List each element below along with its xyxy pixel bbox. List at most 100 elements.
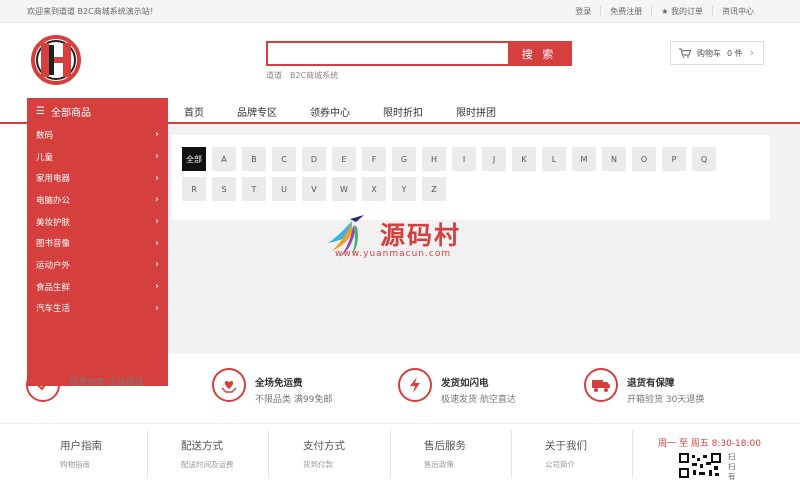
register-link[interactable]: 免费注册	[600, 6, 651, 17]
category-item[interactable]: 电脑办公 ›	[27, 189, 168, 211]
footer-link[interactable]: 货到付款	[303, 459, 390, 470]
cart-button[interactable]: 购物车 0 件 ›	[670, 41, 764, 65]
category-label: 运动户外	[36, 260, 71, 271]
footer-link[interactable]: 配送时间及运费	[181, 459, 268, 470]
qr-code-icon	[679, 453, 721, 478]
feature-desc: 现货自营 正品保证	[69, 378, 144, 388]
category-item[interactable]: 家用电器 ›	[27, 167, 168, 189]
chevron-right-icon: ›	[155, 172, 159, 184]
letter-filter-item[interactable]: T	[242, 177, 266, 201]
chevron-right-icon: ›	[155, 302, 159, 314]
letter-filter-item[interactable]: S	[212, 177, 236, 201]
letter-filter-item[interactable]: Q	[692, 147, 716, 171]
category-label: 图书音像	[36, 239, 71, 250]
letter-filter-item[interactable]: L	[542, 147, 566, 171]
category-item[interactable]: 运动户外 ›	[27, 254, 168, 276]
category-item[interactable]: 食品生鲜 ›	[27, 276, 168, 298]
letter-filter-item[interactable]: B	[242, 147, 266, 171]
letter-filter-item[interactable]: W	[332, 177, 356, 201]
nav-item-group-buy[interactable]: 限时拼团	[456, 104, 496, 119]
check-icon	[26, 368, 60, 402]
category-label: 食品生鲜	[36, 282, 71, 293]
category-label: 儿童	[36, 152, 54, 163]
category-list: 数码 › 儿童 › 家用电器 › 电脑办公 › 美妆护肤 › 图书音像 › 运动户外 › 食品生鲜 › 汽车生活…	[27, 124, 168, 386]
brand-letter-filter: 全部 A B C D E F G H I J K L M N O P Q R S T U V W X Y Z	[172, 135, 770, 220]
login-link[interactable]: 登录	[566, 6, 600, 17]
feature-title: 全场免运费	[255, 378, 303, 389]
letter-filter-item[interactable]: N	[602, 147, 626, 171]
hot-keyword[interactable]: B2C商城系统	[290, 70, 338, 81]
menu-icon: ☰	[36, 105, 45, 117]
footer-link[interactable]: 售后政策	[424, 459, 511, 470]
category-item[interactable]: 图书音像 ›	[27, 232, 168, 254]
hot-keyword[interactable]: 道道	[266, 70, 282, 81]
category-item[interactable]: 美妆护肤 ›	[27, 211, 168, 233]
feature-item: 发货如闪电 极速发货 航空直达	[398, 368, 516, 405]
chevron-right-icon: ›	[155, 216, 159, 228]
search-button[interactable]: 搜 索	[508, 43, 570, 64]
chevron-right-icon: ›	[749, 46, 754, 59]
category-label: 汽车生活	[36, 304, 71, 315]
letter-filter-item[interactable]: D	[302, 147, 326, 171]
letter-filter-item[interactable]: C	[272, 147, 296, 171]
cart-icon	[679, 48, 691, 58]
search-input[interactable]	[268, 43, 508, 64]
letter-filter-item[interactable]: H	[422, 147, 446, 171]
my-orders-link[interactable]: ★ 我的订单	[651, 6, 712, 17]
footer-column: 支付方式 货到付款	[270, 430, 391, 478]
letter-filter-all[interactable]: 全部	[182, 147, 206, 171]
chevron-right-icon: ›	[155, 151, 159, 163]
letter-filter-item[interactable]: U	[272, 177, 296, 201]
feature-desc: 不限品类 满99免邮	[255, 395, 333, 405]
nav-item-coupons[interactable]: 领券中心	[310, 104, 350, 119]
service-features: 现货自营 正品保证 全场免运费 不限品类 满99免邮 发货如闪电 极速发货 航空…	[0, 354, 800, 424]
site-logo[interactable]	[27, 35, 85, 85]
footer-column-title: 支付方式	[303, 440, 345, 452]
chevron-right-icon: ›	[155, 194, 159, 206]
category-item[interactable]: 儿童 ›	[27, 146, 168, 168]
news-center-link[interactable]: 资讯中心	[712, 6, 763, 17]
feature-desc: 开箱验货 30天退换	[627, 395, 705, 405]
service-hours: 周一 至 周五 8:30-18:00	[658, 439, 761, 449]
chevron-right-icon: ›	[155, 129, 159, 141]
nav-item-flash-sale[interactable]: 限时折扣	[383, 104, 423, 119]
footer-link[interactable]: 公司简介	[545, 459, 632, 470]
cart-count: 0 件	[727, 48, 743, 58]
category-label: 美妆护肤	[36, 217, 71, 228]
category-label: 家用电器	[36, 174, 71, 185]
category-item[interactable]: 汽车生活 ›	[27, 298, 168, 320]
top-links: 登录 免费注册 ★ 我的订单 资讯中心	[566, 6, 763, 17]
letter-filter-item[interactable]: E	[332, 147, 356, 171]
letter-filter-item[interactable]: A	[212, 147, 236, 171]
truck-icon	[584, 368, 618, 402]
letter-filter-item[interactable]: O	[632, 147, 656, 171]
letter-filter-item[interactable]: R	[182, 177, 206, 201]
letter-filter-item[interactable]: Y	[392, 177, 416, 201]
letter-filter-item[interactable]: J	[482, 147, 506, 171]
nav-items: 首页 品牌专区 领券中心 限时折扣 限时拼团	[184, 104, 529, 119]
letter-filter-item[interactable]: G	[392, 147, 416, 171]
letter-filter-item[interactable]: F	[362, 147, 386, 171]
letter-filter-item[interactable]: I	[452, 147, 476, 171]
letter-filter-item[interactable]: K	[512, 147, 536, 171]
letter-filter-item[interactable]: V	[302, 177, 326, 201]
category-label: 数码	[36, 130, 54, 141]
letter-filter-item[interactable]: X	[362, 177, 386, 201]
feature-title: 发货如闪电	[441, 378, 489, 389]
nav-item-home[interactable]: 首页	[184, 104, 204, 119]
footer-column-title: 售后服务	[424, 440, 466, 452]
feature-item: 全场免运费 不限品类 满99免邮	[212, 368, 332, 405]
category-item[interactable]: 数码 ›	[27, 124, 168, 146]
letter-filter-item[interactable]: P	[662, 147, 686, 171]
feature-item: 现货自营 正品保证	[26, 368, 144, 402]
letter-filter-item[interactable]: Z	[422, 177, 446, 201]
hot-keywords: 道道 B2C商城系统	[266, 70, 338, 81]
all-categories-button[interactable]: ☰ 全部商品	[27, 98, 168, 124]
nav-item-brands[interactable]: 品牌专区	[237, 104, 277, 119]
watermark-url: www.yuanmacun.com	[335, 249, 452, 259]
footer-column-title: 关于我们	[545, 440, 587, 452]
letter-filter-item[interactable]: M	[572, 147, 596, 171]
watermark: 源码村 www.yuanmacun.com	[322, 213, 482, 263]
footer-link[interactable]: 购物指南	[60, 459, 147, 470]
footer-column: 关于我们 公司简介	[512, 430, 633, 478]
